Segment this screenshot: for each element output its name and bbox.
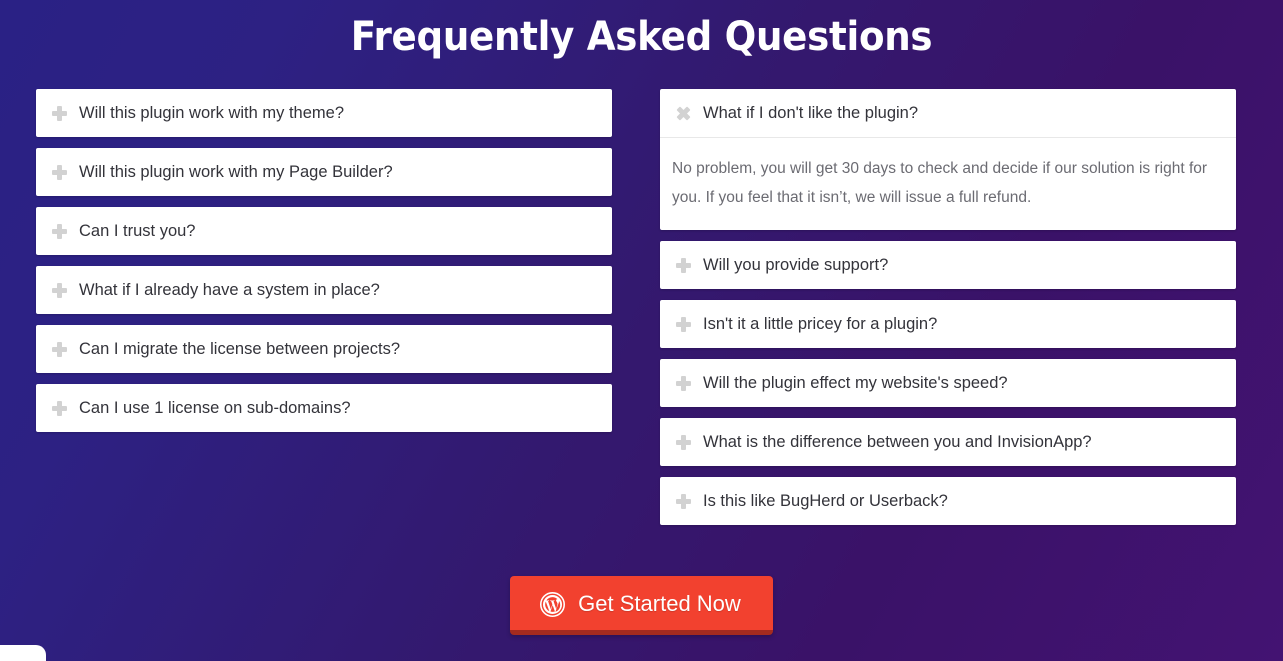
faq-item: Will this plugin work with my theme? — [36, 89, 612, 137]
plus-icon — [676, 375, 691, 391]
faq-question-toggle[interactable]: Is this like BugHerd or Userback? — [660, 477, 1236, 525]
faq-question-text: Is this like BugHerd or Userback? — [703, 492, 948, 510]
faq-question-text: Will the plugin effect my website's spee… — [703, 374, 1008, 392]
plus-icon — [52, 282, 67, 298]
plus-icon — [676, 257, 691, 273]
plus-icon — [676, 434, 691, 450]
faq-section: Frequently Asked Questions Will this plu… — [0, 0, 1283, 661]
faq-question-text: Can I migrate the license between projec… — [79, 340, 401, 358]
faq-item: What if I don't like the plugin? No probl… — [660, 89, 1236, 230]
plus-icon — [52, 341, 67, 357]
faq-question-text: Isn't it a little pricey for a plugin? — [703, 315, 938, 333]
page-title: Frequently Asked Questions — [350, 14, 933, 60]
plus-icon — [676, 316, 691, 332]
faq-question-text: What if I already have a system in place… — [79, 281, 380, 299]
faq-question-toggle[interactable]: What if I don't like the plugin? — [660, 89, 1236, 137]
faq-answer-text: No problem, you will get 30 days to chec… — [672, 160, 1208, 206]
times-icon — [676, 106, 691, 121]
plus-icon — [52, 105, 67, 121]
faq-question-text: Can I use 1 license on sub-domains? — [79, 399, 351, 417]
faq-item: Can I use 1 license on sub-domains? — [36, 384, 612, 432]
chat-widget-corner[interactable] — [0, 645, 46, 661]
cta-container: Get Started Now — [0, 576, 1283, 635]
faq-question-toggle[interactable]: What if I already have a system in place… — [36, 266, 612, 314]
faq-question-text: Will this plugin work with my Page Build… — [79, 163, 393, 181]
faq-question-toggle[interactable]: Can I migrate the license between projec… — [36, 325, 612, 373]
faq-question-toggle[interactable]: Will this plugin work with my Page Build… — [36, 148, 612, 196]
faq-item: Isn't it a little pricey for a plugin? — [660, 300, 1236, 348]
faq-item: Can I migrate the license between projec… — [36, 325, 612, 373]
faq-question-text: Will this plugin work with my theme? — [79, 104, 344, 122]
plus-icon — [52, 400, 67, 416]
faq-question-toggle[interactable]: Will you provide support? — [660, 241, 1236, 289]
faq-question-toggle[interactable]: Will this plugin work with my theme? — [36, 89, 612, 137]
wordpress-icon — [540, 591, 566, 617]
plus-icon — [52, 164, 67, 180]
faq-item: What if I already have a system in place… — [36, 266, 612, 314]
faq-question-toggle[interactable]: Will the plugin effect my website's spee… — [660, 359, 1236, 407]
faq-item: Can I trust you? — [36, 207, 612, 255]
faq-item: Will the plugin effect my website's spee… — [660, 359, 1236, 407]
faq-item: Will you provide support? — [660, 241, 1236, 289]
faq-item: Will this plugin work with my Page Build… — [36, 148, 612, 196]
plus-icon — [52, 223, 67, 239]
faq-column-right: What if I don't like the plugin? No probl… — [660, 89, 1236, 525]
faq-question-text: Can I trust you? — [79, 222, 196, 240]
faq-question-text: What is the difference between you and I… — [703, 433, 1092, 451]
faq-question-toggle[interactable]: What is the difference between you and I… — [660, 418, 1236, 466]
get-started-label: Get Started Now — [578, 591, 741, 616]
get-started-button[interactable]: Get Started Now — [510, 576, 773, 635]
faq-column-left: Will this plugin work with my theme? Will… — [36, 89, 612, 525]
faq-question-text: Will you provide support? — [703, 256, 889, 274]
faq-question-toggle[interactable]: Isn't it a little pricey for a plugin? — [660, 300, 1236, 348]
plus-icon — [676, 493, 691, 509]
faq-item: Is this like BugHerd or Userback? — [660, 477, 1236, 525]
faq-question-toggle[interactable]: Can I use 1 license on sub-domains? — [36, 384, 612, 432]
faq-columns: Will this plugin work with my theme? Will… — [0, 89, 1283, 525]
faq-answer-panel: No problem, you will get 30 days to chec… — [660, 137, 1236, 230]
faq-question-text: What if I don't like the plugin? — [703, 104, 919, 122]
faq-item: What is the difference between you and I… — [660, 418, 1236, 466]
faq-question-toggle[interactable]: Can I trust you? — [36, 207, 612, 255]
